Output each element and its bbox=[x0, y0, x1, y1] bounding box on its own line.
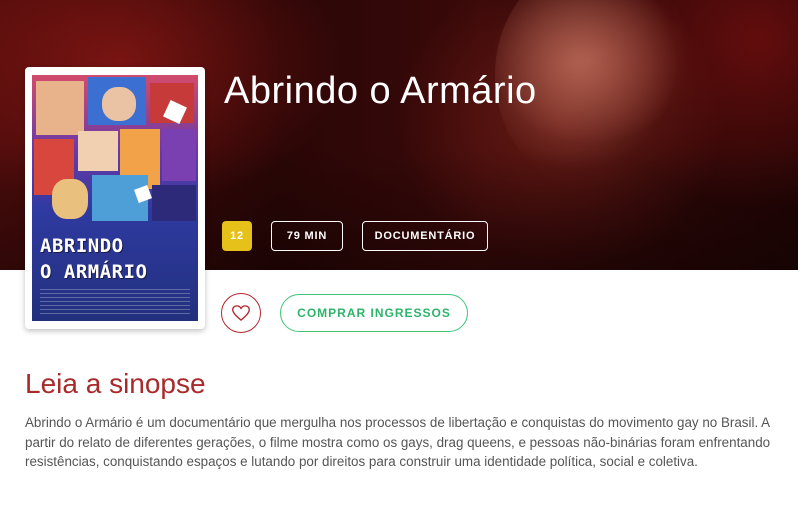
age-rating-badge: 12 bbox=[222, 221, 252, 251]
genre-badge: DOCUMENTÁRIO bbox=[362, 221, 488, 251]
poster-title: ABRINDO O ARMÁRIO bbox=[40, 235, 148, 283]
poster-collage bbox=[32, 75, 198, 225]
heart-icon bbox=[232, 305, 250, 321]
favorite-button[interactable] bbox=[221, 293, 261, 333]
poster-credits bbox=[40, 289, 190, 315]
poster-image: ABRINDO O ARMÁRIO bbox=[32, 75, 198, 321]
synopsis-heading: Leia a sinopse bbox=[25, 368, 206, 399]
duration-badge: 79 MIN bbox=[271, 221, 343, 251]
movie-title: Abrindo o Armário bbox=[224, 70, 537, 112]
synopsis-text: Abrindo o Armário é um documentário que … bbox=[25, 415, 771, 469]
movie-poster: ABRINDO O ARMÁRIO bbox=[25, 67, 205, 329]
buy-tickets-button[interactable]: COMPRAR INGRESSOS bbox=[280, 294, 468, 332]
